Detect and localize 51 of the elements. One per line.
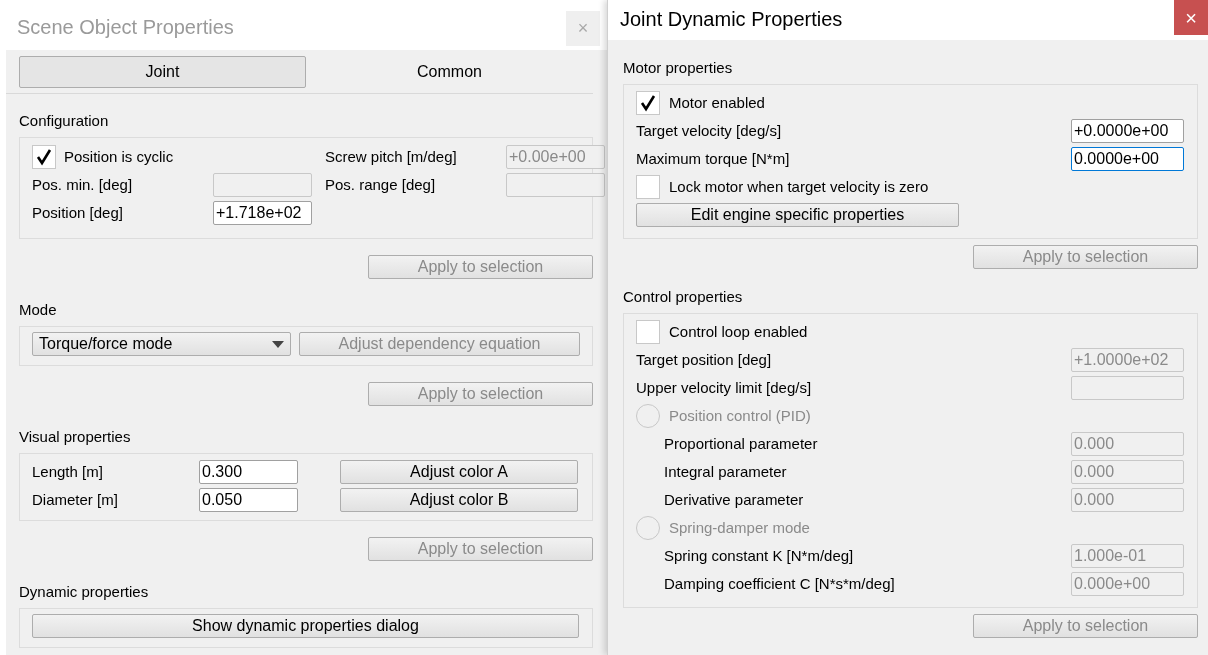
field-label: Position control (PID) [669,405,811,426]
input-field[interactable]: 0.300 [199,460,298,484]
input-field[interactable]: 0.0000e+00 [1071,147,1184,171]
field-label: Length [m] [32,461,104,482]
section-heading: Dynamic properties [19,582,150,602]
field-label: Position is cyclic [64,146,174,167]
check-icon [640,94,656,112]
section-heading: Visual properties [19,427,132,447]
field-label: Derivative parameter [664,489,804,510]
close-button[interactable]: × [566,11,600,46]
field-label: Screw pitch [m/deg] [325,146,457,167]
input-field[interactable]: 0.050 [199,488,298,512]
field-label: Motor enabled [669,92,765,113]
checkbox[interactable] [636,91,660,115]
field-label: Diameter [m] [32,489,119,510]
button[interactable]: Adjust color A [340,460,578,484]
input-field[interactable]: +0.0000e+00 [1071,119,1184,143]
checkbox[interactable] [636,320,660,344]
field-label: Pos. min. [deg] [32,174,133,195]
field-label: Target position [deg] [636,349,772,370]
field-label: Upper velocity limit [deg/s] [636,377,812,398]
field-label: Spring-damper mode [669,517,810,538]
section-heading: Mode [19,300,58,320]
dropdown-value: Torque/force mode [39,334,173,354]
field-label: Integral parameter [664,461,787,482]
section-heading: Motor properties [623,58,734,78]
checkbox[interactable] [32,145,56,169]
button[interactable]: Show dynamic properties dialog [32,614,579,638]
field-label: Damping coefficient C [N*s*m/deg] [664,573,895,594]
field-label: Control loop enabled [669,321,808,342]
check-icon [36,148,52,166]
checkbox[interactable] [636,175,660,199]
button[interactable]: Adjust color B [340,488,578,512]
field-label: Position [deg] [32,202,123,223]
field-label: Target velocity [deg/s] [636,120,782,141]
field-label: Proportional parameter [664,433,818,454]
close-button[interactable]: × [1174,0,1208,35]
button[interactable]: Edit engine specific properties [636,203,959,227]
input-field[interactable]: +1.718e+02 [213,201,312,225]
tab[interactable]: Common [306,55,593,88]
section-heading: Control properties [623,287,744,307]
window-title: Scene Object Properties [16,15,234,40]
field-label: Pos. range [deg] [325,174,436,195]
window-title: Joint Dynamic Properties [619,7,843,32]
tab[interactable]: Joint [19,55,306,88]
caret-icon [272,340,284,348]
field-label: Maximum torque [N*m] [636,148,790,169]
dropdown[interactable]: Torque/force mode [32,332,291,356]
section-heading: Configuration [19,111,110,131]
field-label: Lock motor when target velocity is zero [669,176,929,197]
field-label: Spring constant K [N*m/deg] [664,545,854,566]
